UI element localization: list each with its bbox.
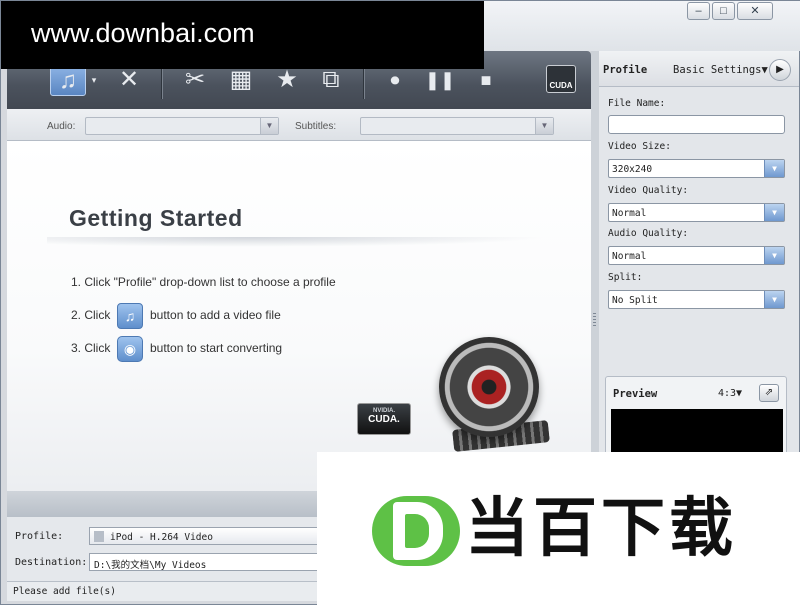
subtitles-label: Subtitles: <box>295 121 337 132</box>
file-name-label: File Name: <box>608 98 666 109</box>
add-video-icon: ♫ <box>117 303 143 329</box>
site-logo-overlay: 当百下载 <box>317 452 800 605</box>
video-size-value: 320x240 <box>612 164 653 175</box>
site-logo-text: 当百下载 <box>465 492 737 564</box>
cuda-icon: CUDA <box>546 65 576 93</box>
destination-label: Destination: <box>15 557 88 568</box>
video-quality-value: Normal <box>612 208 647 219</box>
d-logo-icon <box>372 496 460 566</box>
step-2-suffix: button to add a video file <box>150 308 281 322</box>
basic-settings-dropdown[interactable]: Basic Settings▼ <box>673 64 768 76</box>
chevron-down-icon: ▼ <box>764 204 784 221</box>
video-size-label: Video Size: <box>608 141 671 152</box>
video-quality-label: Video Quality: <box>608 185 689 196</box>
next-arrow-icon[interactable]: ▶ <box>769 59 791 81</box>
cuda-text: CUDA. <box>368 414 400 425</box>
nvidia-cuda-logo: NVIDIA. CUDA. <box>357 403 411 435</box>
split-select[interactable]: No Split ▼ <box>608 290 785 309</box>
convert-icon: ◉ <box>117 336 143 362</box>
minimize-button[interactable]: – <box>687 2 710 20</box>
step-3-suffix: button to start converting <box>150 341 283 355</box>
audio-label: Audio: <box>47 121 76 132</box>
preview-label: Preview <box>613 388 658 400</box>
title-underline <box>47 237 547 247</box>
chevron-down-icon: ▼ <box>764 160 784 177</box>
profile-value: iPod - H.264 Video <box>110 532 213 543</box>
settings-panel-header: Profile Basic Settings▼ ▶ <box>599 51 799 87</box>
chevron-down-icon: ▼ <box>764 291 784 308</box>
split-value: No Split <box>612 295 658 306</box>
watermark: www.downbai.com <box>1 1 484 69</box>
split-label: Split: <box>608 272 643 283</box>
chevron-down-icon: ▼ <box>764 247 784 264</box>
snapshot-icon[interactable]: ⇗ <box>759 384 779 402</box>
video-size-select[interactable]: 320x240 ▼ <box>608 159 785 178</box>
chevron-down-icon: ▼ <box>260 118 278 134</box>
ipod-icon <box>94 531 104 542</box>
audio-select[interactable]: ▼ <box>85 117 279 135</box>
video-quality-select[interactable]: Normal ▼ <box>608 203 785 222</box>
step-2-prefix: 2. Click <box>71 308 111 322</box>
destination-input[interactable]: D:\我的文档\My Videos <box>89 553 329 571</box>
splitter-grip-icon <box>593 313 596 327</box>
audio-quality-select[interactable]: Normal ▼ <box>608 246 785 265</box>
close-button[interactable]: ✕ <box>737 2 773 20</box>
subtitles-select[interactable]: ▼ <box>360 117 554 135</box>
audio-quality-label: Audio Quality: <box>608 228 689 239</box>
film-reel-icon <box>439 337 539 437</box>
step-3-prefix: 3. Click <box>71 341 111 355</box>
getting-started-title: Getting Started <box>69 205 243 231</box>
step-1-text: 1. Click "Profile" drop-down list to cho… <box>71 275 336 289</box>
file-list-area[interactable]: Getting Started 1. Click "Profile" drop-… <box>7 141 591 491</box>
file-name-input[interactable] <box>608 115 785 134</box>
profile-label: Profile: <box>15 531 64 542</box>
aspect-ratio-dropdown[interactable]: 4:3▼ <box>718 388 742 399</box>
profile-select[interactable]: iPod - H.264 Video <box>89 527 329 545</box>
audio-subtitle-bar: Audio: ▼ Subtitles: ▼ <box>7 109 591 141</box>
maximize-button[interactable]: □ <box>712 2 735 20</box>
audio-quality-value: Normal <box>612 251 647 262</box>
chevron-down-icon: ▼ <box>535 118 553 134</box>
tab-profile[interactable]: Profile <box>603 64 647 76</box>
